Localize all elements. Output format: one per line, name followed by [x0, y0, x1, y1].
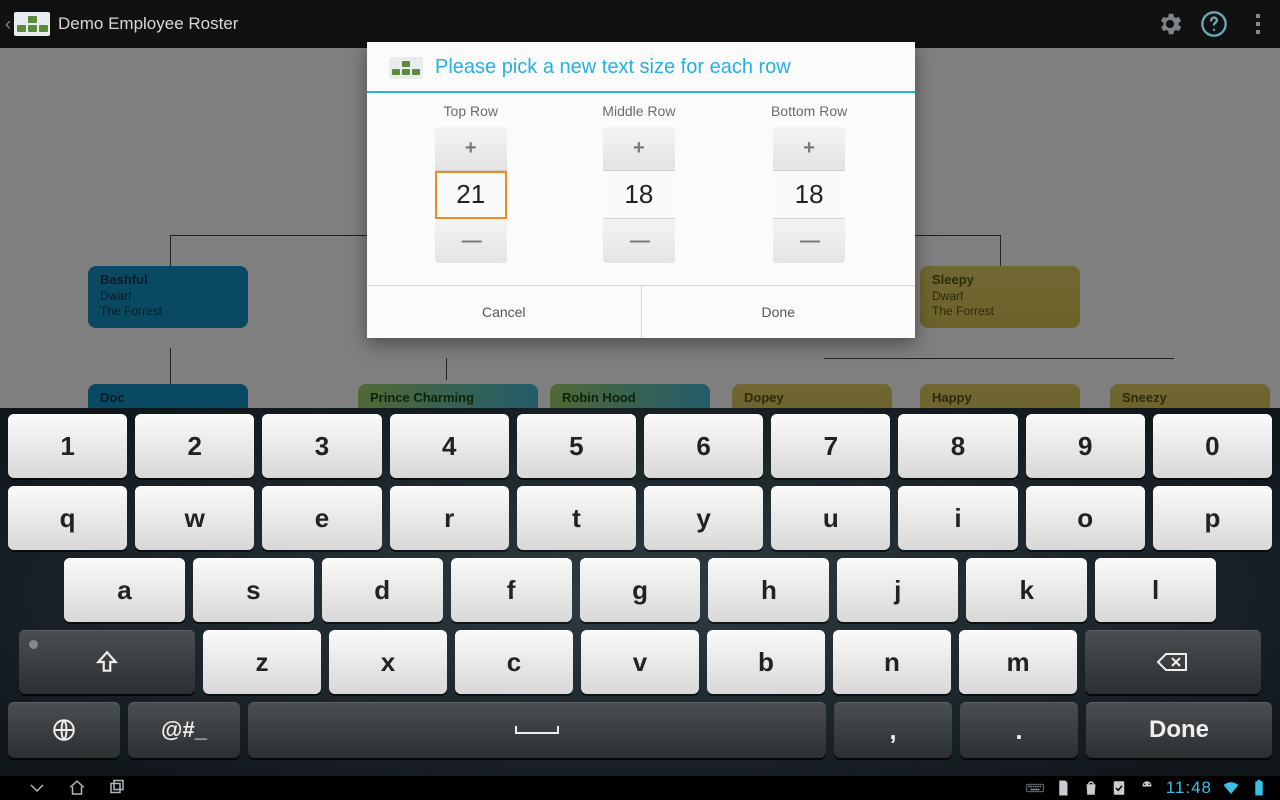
- page-title: Demo Employee Roster: [58, 14, 1148, 34]
- key-n[interactable]: n: [833, 630, 951, 694]
- key-period[interactable]: .: [960, 702, 1078, 758]
- soft-keyboard: 1 2 3 4 5 6 7 8 9 0 q w e r t y u i o p …: [0, 408, 1280, 776]
- key-t[interactable]: t: [517, 486, 636, 550]
- decrement-button[interactable]: —: [435, 219, 507, 263]
- system-navigation-bar: 11:48: [0, 776, 1280, 800]
- key-s[interactable]: s: [193, 558, 314, 622]
- done-button[interactable]: Done: [642, 286, 916, 338]
- picker-bottom-row: Bottom Row + 18 —: [771, 103, 847, 263]
- shift-key[interactable]: [19, 630, 195, 694]
- key-0[interactable]: 0: [1153, 414, 1272, 478]
- key-c[interactable]: c: [455, 630, 573, 694]
- task-icon: [1110, 779, 1128, 797]
- key-8[interactable]: 8: [898, 414, 1017, 478]
- keyboard-done-key[interactable]: Done: [1086, 702, 1272, 758]
- keyboard-status-icon[interactable]: [1026, 779, 1044, 797]
- picker-label: Top Row: [444, 103, 498, 119]
- key-9[interactable]: 9: [1026, 414, 1145, 478]
- decrement-button[interactable]: —: [603, 219, 675, 263]
- key-1[interactable]: 1: [8, 414, 127, 478]
- language-key[interactable]: [8, 702, 120, 758]
- wifi-icon: [1222, 779, 1240, 797]
- space-key[interactable]: [248, 702, 826, 758]
- picker-label: Bottom Row: [771, 103, 847, 119]
- sd-card-icon: [1054, 779, 1072, 797]
- key-d[interactable]: d: [322, 558, 443, 622]
- key-a[interactable]: a: [64, 558, 185, 622]
- picker-value-input[interactable]: 21: [435, 171, 507, 219]
- key-r[interactable]: r: [390, 486, 509, 550]
- text-size-dialog: Please pick a new text size for each row…: [367, 42, 915, 338]
- back-button[interactable]: ‹: [0, 0, 12, 48]
- key-q[interactable]: q: [8, 486, 127, 550]
- overflow-menu-icon[interactable]: [1236, 0, 1280, 48]
- key-l[interactable]: l: [1095, 558, 1216, 622]
- key-u[interactable]: u: [771, 486, 890, 550]
- backspace-key[interactable]: [1085, 630, 1261, 694]
- key-3[interactable]: 3: [262, 414, 381, 478]
- key-j[interactable]: j: [837, 558, 958, 622]
- picker-top-row: Top Row + 21 —: [435, 103, 507, 263]
- space-bar-icon: [515, 726, 559, 734]
- key-k[interactable]: k: [966, 558, 1087, 622]
- key-f[interactable]: f: [451, 558, 572, 622]
- key-2[interactable]: 2: [135, 414, 254, 478]
- key-6[interactable]: 6: [644, 414, 763, 478]
- key-p[interactable]: p: [1153, 486, 1272, 550]
- picker-value-input[interactable]: 18: [603, 171, 675, 219]
- decrement-button[interactable]: —: [773, 219, 845, 263]
- key-x[interactable]: x: [329, 630, 447, 694]
- key-m[interactable]: m: [959, 630, 1077, 694]
- dialog-title-bar: Please pick a new text size for each row: [367, 42, 915, 91]
- dialog-title: Please pick a new text size for each row: [435, 56, 791, 79]
- key-e[interactable]: e: [262, 486, 381, 550]
- recent-apps-icon[interactable]: [108, 779, 126, 797]
- home-icon[interactable]: [68, 779, 86, 797]
- key-y[interactable]: y: [644, 486, 763, 550]
- key-b[interactable]: b: [707, 630, 825, 694]
- key-z[interactable]: z: [203, 630, 321, 694]
- battery-icon: [1250, 779, 1268, 797]
- help-icon[interactable]: [1192, 0, 1236, 48]
- action-bar: ‹ Demo Employee Roster: [0, 0, 1280, 48]
- picker-middle-row: Middle Row + 18 —: [602, 103, 675, 263]
- app-icon: [389, 57, 423, 79]
- key-w[interactable]: w: [135, 486, 254, 550]
- key-5[interactable]: 5: [517, 414, 636, 478]
- dialog-actions: Cancel Done: [367, 285, 915, 338]
- increment-button[interactable]: +: [603, 127, 675, 171]
- increment-button[interactable]: +: [435, 127, 507, 171]
- key-comma[interactable]: ,: [834, 702, 952, 758]
- increment-button[interactable]: +: [773, 127, 845, 171]
- symbols-key[interactable]: @#_: [128, 702, 240, 758]
- hide-keyboard-icon[interactable]: [28, 779, 46, 797]
- settings-icon[interactable]: [1148, 0, 1192, 48]
- key-4[interactable]: 4: [390, 414, 509, 478]
- picker-value-input[interactable]: 18: [773, 171, 845, 219]
- status-clock: 11:48: [1166, 778, 1212, 798]
- key-i[interactable]: i: [898, 486, 1017, 550]
- android-icon: [1138, 779, 1156, 797]
- app-icon[interactable]: [14, 12, 50, 36]
- key-7[interactable]: 7: [771, 414, 890, 478]
- key-g[interactable]: g: [580, 558, 701, 622]
- picker-label: Middle Row: [602, 103, 675, 119]
- key-v[interactable]: v: [581, 630, 699, 694]
- shopping-icon: [1082, 779, 1100, 797]
- key-o[interactable]: o: [1026, 486, 1145, 550]
- key-h[interactable]: h: [708, 558, 829, 622]
- cancel-button[interactable]: Cancel: [367, 286, 642, 338]
